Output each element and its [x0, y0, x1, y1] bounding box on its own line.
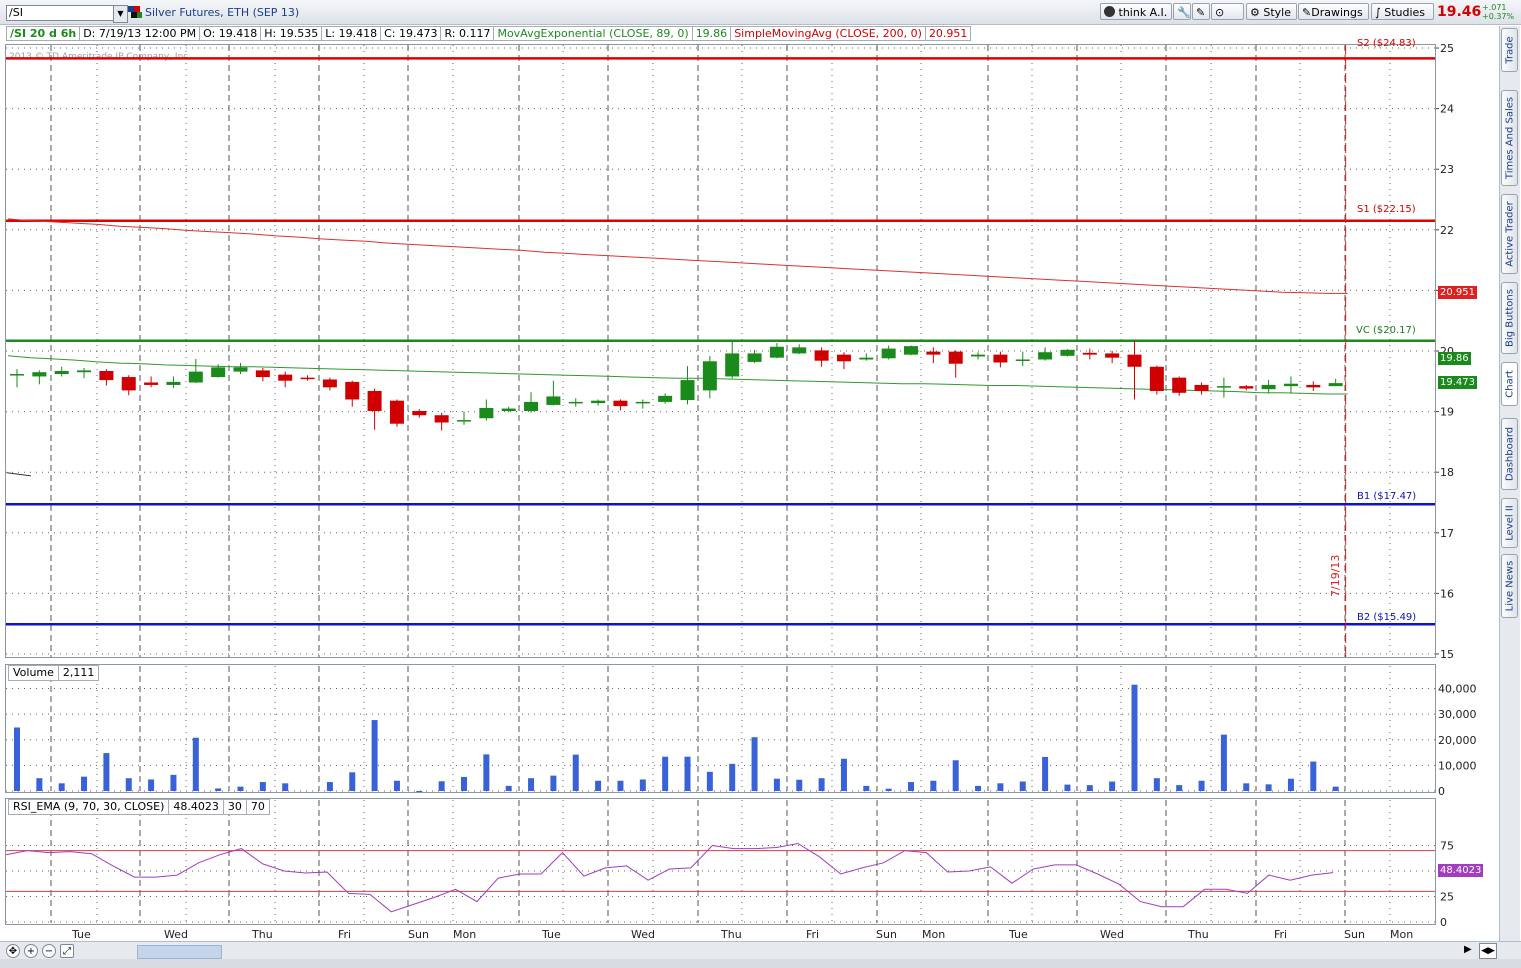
- price-tick-label: 18: [1440, 466, 1454, 479]
- zoom-fit-icon[interactable]: ⤢: [60, 944, 74, 958]
- rsi-tick-label: 75: [1440, 839, 1454, 852]
- sma-price-tag: 20.951: [1438, 286, 1477, 299]
- level-b1-label: B1 ($17.47): [1357, 491, 1417, 502]
- level-s1-label: S1 ($22.15): [1357, 204, 1416, 215]
- level-s2-label: S2 ($24.83): [1357, 38, 1416, 49]
- scroll-thumb[interactable]: [137, 945, 222, 959]
- day-label: Mon: [1390, 928, 1414, 941]
- zoom-in-icon[interactable]: +: [24, 944, 38, 958]
- volume-value: 2,111: [57, 665, 100, 681]
- volume-label[interactable]: Volume: [8, 665, 59, 681]
- price-pane[interactable]: [5, 44, 1436, 658]
- day-label: Sun: [1344, 928, 1365, 941]
- day-label: Sun: [876, 928, 897, 941]
- rsi-value-tag: 48.4023: [1438, 864, 1484, 877]
- day-label: Wed: [164, 928, 188, 941]
- volume-pane[interactable]: [5, 664, 1436, 793]
- day-label: Sun: [408, 928, 429, 941]
- bottom-scrollbar[interactable]: ✥ + − ⤢ ▶ ◀▶: [0, 941, 1521, 960]
- tab-level-ii[interactable]: Level II: [1501, 498, 1518, 548]
- tab-big-buttons[interactable]: Big Buttons: [1501, 282, 1518, 354]
- rsi-pane[interactable]: [5, 798, 1436, 925]
- day-label: Fri: [1274, 928, 1288, 941]
- current-date-marker: 7/19/13: [1329, 554, 1342, 597]
- tab-times-and-sales[interactable]: Times And Sales: [1501, 90, 1518, 186]
- tab-trade[interactable]: Trade: [1501, 28, 1518, 72]
- volume-tick-label: 40,000: [1438, 683, 1477, 696]
- tab-live-news[interactable]: Live News: [1501, 554, 1518, 618]
- volume-tick-label: 10,000: [1438, 759, 1477, 772]
- tab-active-trader[interactable]: Active Trader: [1501, 194, 1518, 274]
- volume-header: Volume 2,111: [8, 665, 100, 681]
- rsi-tick-label: 25: [1440, 890, 1454, 903]
- volume-tick-label: 30,000: [1438, 708, 1477, 721]
- ema-price-tag: 19.86: [1438, 352, 1471, 365]
- pan-icon[interactable]: ✥: [6, 944, 20, 958]
- level-vc-label: VC ($20.17): [1356, 325, 1416, 336]
- day-label: Tue: [542, 928, 561, 941]
- price-tick-label: 25: [1440, 42, 1454, 55]
- level-b2-label: B2 ($15.49): [1357, 612, 1417, 623]
- day-label: Thu: [252, 928, 273, 941]
- day-label: Tue: [1009, 928, 1028, 941]
- day-label: Thu: [721, 928, 742, 941]
- price-tick-label: 23: [1440, 163, 1454, 176]
- price-tick-label: 24: [1440, 103, 1454, 116]
- footer-strip: [0, 959, 1521, 968]
- tab-chart[interactable]: Chart: [1501, 362, 1518, 406]
- day-label: Fri: [806, 928, 820, 941]
- price-tick-label: 15: [1440, 648, 1454, 661]
- expand-icon[interactable]: ◀▶: [1479, 943, 1497, 959]
- day-label: Wed: [631, 928, 655, 941]
- day-label: Tue: [72, 928, 91, 941]
- volume-tick-label: 20,000: [1438, 734, 1477, 747]
- volume-tick-label: 0: [1438, 785, 1445, 798]
- day-label: Fri: [338, 928, 352, 941]
- day-label: Thu: [1188, 928, 1209, 941]
- day-label: Mon: [922, 928, 946, 941]
- price-tick-label: 19: [1440, 406, 1454, 419]
- price-tick-label: 17: [1440, 527, 1454, 540]
- rsi-tick-label: 0: [1440, 916, 1447, 929]
- rsi-overbought: 70: [245, 799, 270, 815]
- day-label: Mon: [453, 928, 477, 941]
- right-sidebar: Trade Times And Sales Active Trader Big …: [1499, 26, 1520, 956]
- price-tick-label: 22: [1440, 224, 1454, 237]
- scroll-right-icon[interactable]: ▶: [1464, 944, 1472, 955]
- price-tick-label: 16: [1440, 587, 1454, 600]
- last-price-tag: 19.473: [1438, 376, 1477, 389]
- tab-dashboard[interactable]: Dashboard: [1501, 418, 1518, 490]
- rsi-oversold: 30: [222, 799, 247, 815]
- rsi-value: 48.4023: [168, 799, 224, 815]
- day-label: Wed: [1100, 928, 1124, 941]
- rsi-label[interactable]: RSI_EMA (9, 70, 30, CLOSE): [8, 799, 170, 815]
- zoom-out-icon[interactable]: −: [42, 944, 56, 958]
- rsi-header: RSI_EMA (9, 70, 30, CLOSE) 48.4023 30 70: [8, 799, 270, 815]
